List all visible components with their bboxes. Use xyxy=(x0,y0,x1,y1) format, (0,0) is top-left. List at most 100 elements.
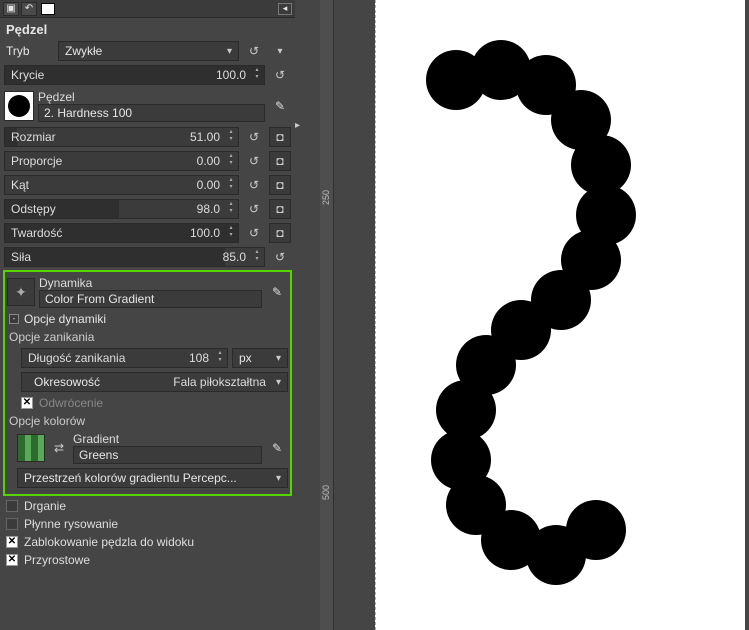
force-reset-button[interactable]: ↺ xyxy=(269,247,291,267)
edit-icon: ✎ xyxy=(272,285,282,299)
checkbox-icon: ✕ xyxy=(21,397,33,409)
dynamics-preview[interactable]: ✦ xyxy=(7,278,35,306)
spin-down-icon[interactable]: ▾ xyxy=(226,184,236,191)
hardness-slider[interactable]: Twardość 100.0 ▴▾ xyxy=(4,223,239,243)
aspect-reset-button[interactable]: ↺ xyxy=(243,151,265,171)
size-reset-button[interactable]: ↺ xyxy=(243,127,265,147)
reverse-label: Odwrócenie xyxy=(39,396,103,410)
spin-up-icon[interactable]: ▴ xyxy=(226,129,236,136)
spin-up-icon[interactable]: ▴ xyxy=(252,67,262,74)
reset-icon: ↺ xyxy=(249,226,259,240)
gradient-colorspace-combo[interactable]: Przestrzeń kolorów gradientu Percepc... … xyxy=(17,468,288,488)
spin-down-icon[interactable]: ▾ xyxy=(252,256,262,263)
link-icon: ◘ xyxy=(276,226,283,240)
spin-down-icon[interactable]: ▾ xyxy=(226,232,236,239)
panel-menu-icon[interactable]: ◂ xyxy=(278,3,292,15)
link-icon: ◘ xyxy=(276,178,283,192)
checkbox-icon: ✕ xyxy=(6,554,18,566)
jitter-checkbox[interactable]: Drganie xyxy=(0,497,295,515)
flip-icon: ⇄ xyxy=(54,441,64,455)
ruler-tick-500: 500 xyxy=(321,485,331,500)
spin-up-icon[interactable]: ▴ xyxy=(226,153,236,160)
brush-edit-button[interactable]: ✎ xyxy=(269,96,291,116)
aspect-link-button[interactable]: ◘ xyxy=(269,151,291,171)
opacity-slider[interactable]: Krycie 100.0 ▴▾ xyxy=(4,65,265,85)
fade-unit: px xyxy=(239,351,270,365)
link-icon: ◘ xyxy=(276,154,283,168)
stroke-dot xyxy=(566,500,626,560)
reverse-checkbox[interactable]: ✕ Odwrócenie xyxy=(7,394,288,412)
brush-heading: Pędzel xyxy=(38,90,265,104)
edit-icon: ✎ xyxy=(272,441,282,455)
spacing-link-button[interactable]: ◘ xyxy=(269,199,291,219)
spin-down-icon[interactable]: ▾ xyxy=(226,160,236,167)
mode-value: Zwykłe xyxy=(65,44,221,58)
brush-name: 2. Hardness 100 xyxy=(44,106,132,120)
hardness-link-button[interactable]: ◘ xyxy=(269,223,291,243)
spacing-slider[interactable]: Odstępy 98.0 ▴▾ xyxy=(4,199,239,219)
mode-reset-button[interactable]: ↺ xyxy=(243,41,265,61)
angle-link-button[interactable]: ◘ xyxy=(269,175,291,195)
mode-combo[interactable]: Zwykłe ▾ xyxy=(58,41,239,61)
spin-down-icon[interactable]: ▾ xyxy=(226,208,236,215)
fade-length-slider[interactable]: Długość zanikania 108 ▴▾ xyxy=(21,348,228,368)
angle-slider[interactable]: Kąt 0.00 ▴▾ xyxy=(4,175,239,195)
reset-icon: ↺ xyxy=(249,202,259,216)
spin-up-icon[interactable]: ▴ xyxy=(226,225,236,232)
spin-down-icon[interactable]: ▾ xyxy=(226,136,236,143)
force-slider[interactable]: Siła 85.0 ▴▾ xyxy=(4,247,265,267)
force-label: Siła xyxy=(11,250,31,264)
mode-menu-button[interactable]: ▾ xyxy=(269,41,291,61)
canvas[interactable] xyxy=(375,0,745,630)
force-value: 85.0 xyxy=(223,250,246,264)
dynamics-name-field[interactable]: Color From Gradient xyxy=(39,290,262,308)
size-link-button[interactable]: ◘ xyxy=(269,127,291,147)
undo-history-tab-icon[interactable]: ↶ xyxy=(21,2,37,16)
hardness-reset-button[interactable]: ↺ xyxy=(243,223,265,243)
smooth-checkbox[interactable]: Płynne rysowanie xyxy=(0,515,295,533)
aspect-value: 0.00 xyxy=(197,154,220,168)
dynamics-edit-button[interactable]: ✎ xyxy=(266,282,288,302)
reset-icon: ↺ xyxy=(275,68,285,82)
spin-down-icon[interactable]: ▾ xyxy=(215,357,225,364)
tool-options-tab-icon[interactable]: ▣ xyxy=(3,2,19,16)
period-combo[interactable]: Okresowość Fala piłokształtna ▾ xyxy=(21,372,288,392)
gradient-name-field[interactable]: Greens xyxy=(73,446,262,464)
mode-label: Tryb xyxy=(4,44,54,58)
spin-down-icon[interactable]: ▾ xyxy=(252,74,262,81)
angle-label: Kąt xyxy=(11,178,29,192)
edit-icon: ✎ xyxy=(275,99,285,113)
lock-checkbox[interactable]: ✕ Zablokowanie pędzla do widoku xyxy=(0,533,295,551)
spacing-reset-button[interactable]: ↺ xyxy=(243,199,265,219)
spin-up-icon[interactable]: ▴ xyxy=(226,201,236,208)
gradient-preview[interactable] xyxy=(17,434,45,462)
aspect-slider[interactable]: Proporcje 0.00 ▴▾ xyxy=(4,151,239,171)
spin-up-icon[interactable]: ▴ xyxy=(252,249,262,256)
gradient-edit-button[interactable]: ✎ xyxy=(266,438,288,458)
incremental-checkbox[interactable]: ✕ Przyrostowe xyxy=(0,551,295,569)
color-swatch[interactable] xyxy=(41,3,55,15)
fade-length-value: 108 xyxy=(189,351,209,365)
dynamics-options-expander[interactable]: - Opcje dynamiki xyxy=(7,310,288,328)
gradient-flip-button[interactable]: ⇄ xyxy=(49,434,69,462)
reset-icon: ↺ xyxy=(249,154,259,168)
fade-unit-combo[interactable]: px ▾ xyxy=(232,348,288,368)
brush-preview[interactable] xyxy=(4,91,34,121)
chevron-down-icon: ▾ xyxy=(276,377,281,388)
opacity-reset-button[interactable]: ↺ xyxy=(269,65,291,85)
angle-reset-button[interactable]: ↺ xyxy=(243,175,265,195)
size-slider[interactable]: Rozmiar 51.00 ▴▾ xyxy=(4,127,239,147)
chevron-down-icon: ▾ xyxy=(227,46,232,57)
ruler-tick-250: 250 xyxy=(321,190,331,205)
checkbox-icon xyxy=(6,518,18,530)
spin-up-icon[interactable]: ▴ xyxy=(215,350,225,357)
hardness-label: Twardość xyxy=(11,226,62,240)
top-toolbar: ▣ ↶ ◂ xyxy=(0,0,295,18)
brush-name-field[interactable]: 2. Hardness 100 xyxy=(38,104,265,122)
opacity-label: Krycie xyxy=(11,68,44,82)
spin-up-icon[interactable]: ▴ xyxy=(226,177,236,184)
period-label: Okresowość xyxy=(28,375,167,389)
gradient-heading: Gradient xyxy=(73,432,262,446)
reset-icon: ↺ xyxy=(249,44,259,58)
gradient-colorspace-label: Przestrzeń kolorów gradientu Percepc... xyxy=(24,471,270,485)
